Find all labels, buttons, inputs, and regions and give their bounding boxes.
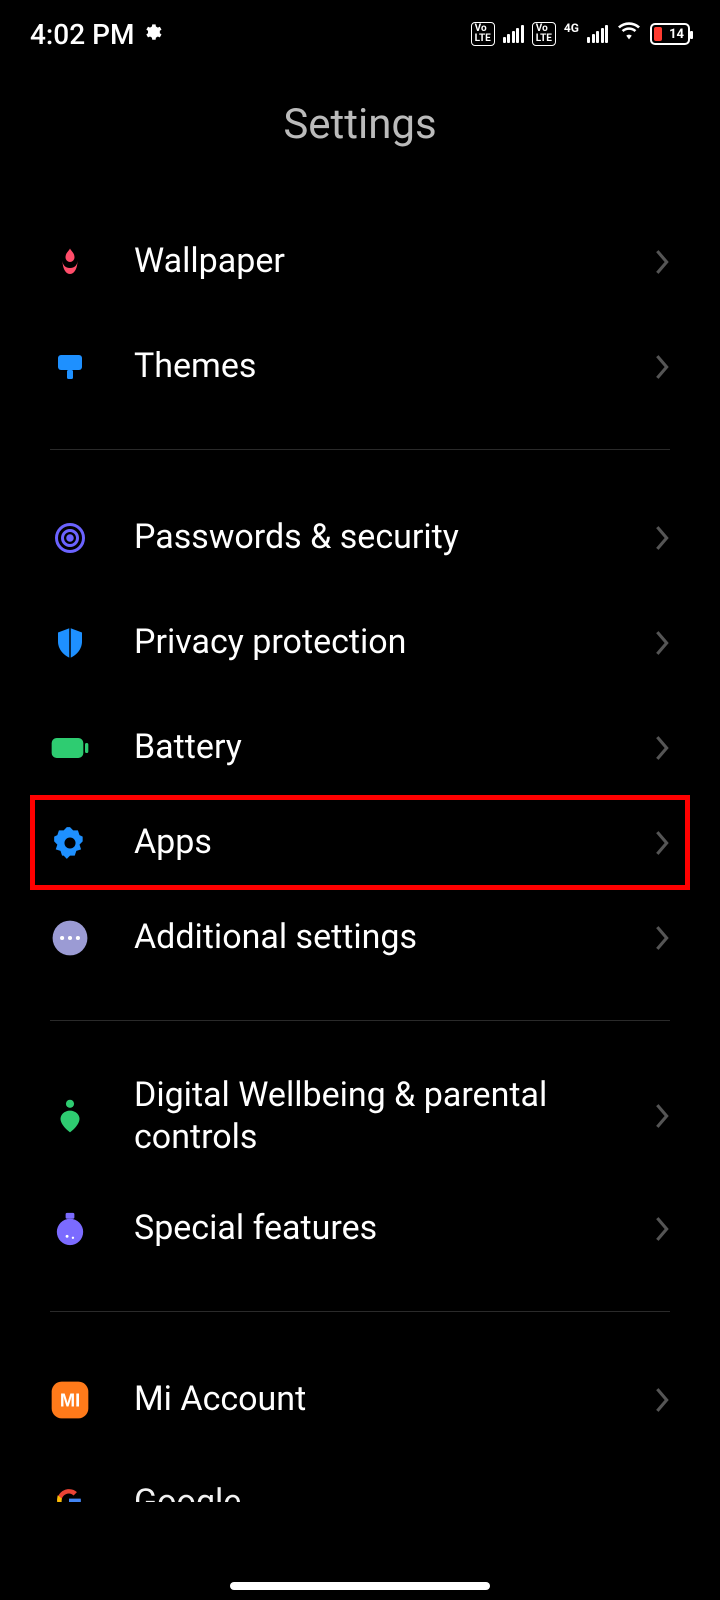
divider — [50, 1020, 670, 1021]
potion-icon — [50, 1209, 90, 1249]
settings-item-label: Google — [134, 1482, 241, 1502]
settings-item-label: Privacy protection — [134, 621, 654, 664]
settings-item-label: Mi Account — [134, 1378, 654, 1421]
settings-item-themes[interactable]: Themes — [50, 314, 670, 419]
settings-item-wallpaper[interactable]: Wallpaper — [50, 209, 670, 314]
settings-item-google[interactable]: Google — [50, 1452, 670, 1502]
chevron-right-icon — [654, 629, 670, 657]
network-type: 4G — [564, 21, 579, 35]
gesture-bar[interactable] — [230, 1582, 490, 1590]
dots-circle-icon — [50, 918, 90, 958]
fingerprint-icon — [50, 518, 90, 558]
settings-item-label: Digital Wellbeing & parental controls — [134, 1074, 654, 1159]
battery-icon: 14 — [650, 23, 690, 45]
gear-icon — [142, 22, 162, 46]
shield-icon — [50, 623, 90, 663]
status-bar: 4:02 PM VoLTE VoLTE 4G 14 — [0, 0, 720, 60]
chevron-right-icon — [654, 1386, 670, 1414]
chevron-right-icon — [654, 924, 670, 952]
signal-icon — [503, 25, 524, 43]
settings-item-additional[interactable]: Additional settings — [50, 885, 670, 990]
divider — [50, 1311, 670, 1312]
highlight-box: Apps — [30, 795, 690, 890]
settings-item-battery[interactable]: Battery — [50, 695, 670, 800]
settings-item-miaccount[interactable]: MI Mi Account — [50, 1347, 670, 1452]
chevron-right-icon — [654, 248, 670, 276]
settings-item-wellbeing[interactable]: Digital Wellbeing & parental controls — [50, 1056, 670, 1176]
volte-icon-2: VoLTE — [532, 22, 556, 46]
settings-item-label: Battery — [134, 726, 654, 769]
settings-item-special[interactable]: Special features — [50, 1176, 670, 1281]
settings-item-label: Additional settings — [134, 916, 654, 959]
settings-item-apps[interactable]: Apps — [50, 800, 670, 885]
chevron-right-icon — [654, 353, 670, 381]
settings-item-label: Themes — [134, 345, 654, 388]
chevron-right-icon — [654, 1215, 670, 1243]
settings-item-label: Passwords & security — [134, 516, 654, 559]
chevron-right-icon — [654, 734, 670, 762]
person-heart-icon — [50, 1096, 90, 1136]
signal-icon-2 — [587, 25, 608, 43]
chevron-right-icon — [654, 524, 670, 552]
google-icon — [50, 1482, 90, 1502]
battery-level: 14 — [669, 27, 684, 42]
page-title: Settings — [0, 60, 720, 209]
mi-icon: MI — [50, 1380, 90, 1420]
svg-text:MI: MI — [60, 1389, 80, 1410]
status-bar-right: VoLTE VoLTE 4G 14 — [471, 21, 690, 47]
status-bar-left: 4:02 PM — [30, 18, 162, 51]
wifi-icon — [616, 21, 642, 47]
status-time: 4:02 PM — [30, 18, 134, 51]
gear-badge-icon — [50, 823, 90, 863]
tulip-icon — [50, 242, 90, 282]
chevron-right-icon — [654, 1102, 670, 1130]
settings-list: Wallpaper Themes Passwords & security Pr… — [0, 209, 720, 1502]
settings-item-label: Apps — [134, 821, 654, 864]
volte-icon: VoLTE — [471, 22, 495, 46]
brush-icon — [50, 347, 90, 387]
settings-item-label: Wallpaper — [134, 240, 654, 283]
chevron-right-icon — [654, 829, 670, 857]
settings-item-privacy[interactable]: Privacy protection — [50, 590, 670, 695]
battery-icon — [50, 728, 90, 768]
divider — [50, 449, 670, 450]
settings-item-passwords[interactable]: Passwords & security — [50, 485, 670, 590]
settings-item-label: Special features — [134, 1207, 654, 1250]
